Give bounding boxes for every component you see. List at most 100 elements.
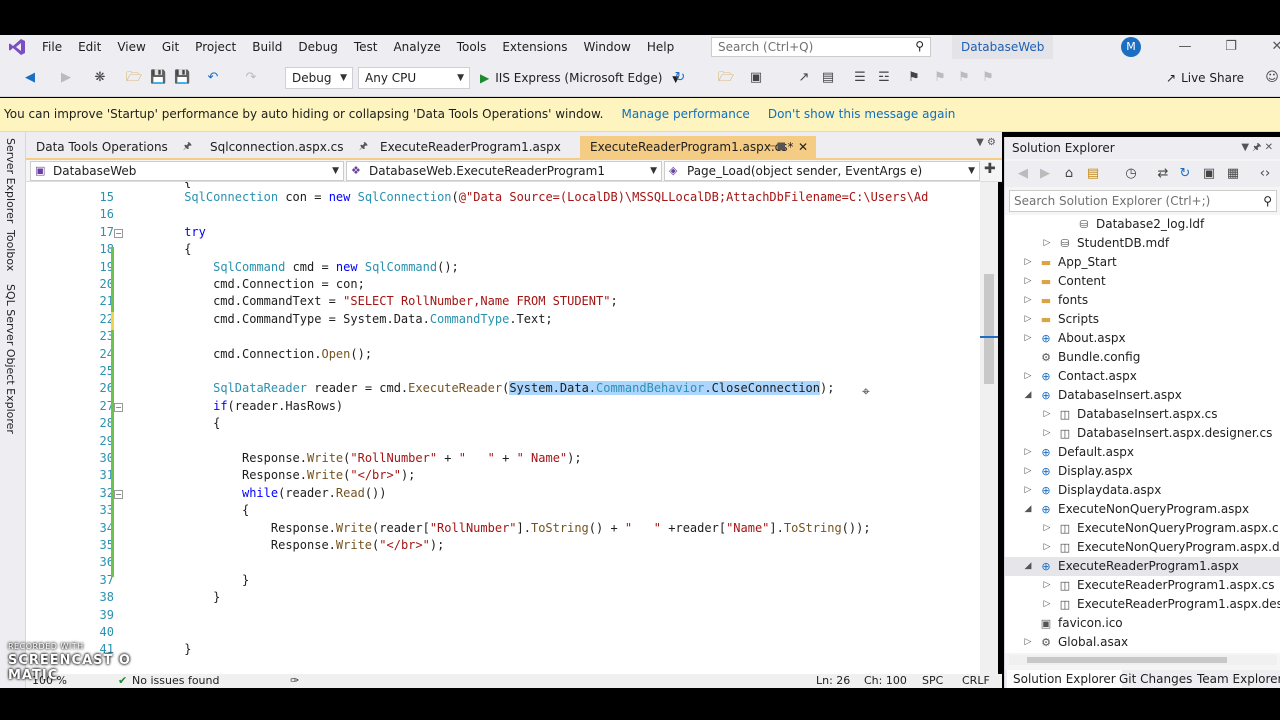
tree-node[interactable]: ▷ ⊕ Displaydata.aspx: [1005, 481, 1280, 500]
code-view-icon[interactable]: ‹›: [1257, 166, 1273, 182]
tab-executereader-aspx[interactable]: ExecuteReaderProgram1.aspx: [370, 136, 578, 158]
tree-node[interactable]: ▷ ◫ ExecuteReaderProgram1.aspx.des: [1005, 595, 1280, 614]
expand-arrow-icon[interactable]: ▷: [1042, 576, 1052, 595]
expand-arrow-icon[interactable]: ▷: [1023, 443, 1033, 462]
tree-node[interactable]: ▣ favicon.ico: [1005, 614, 1280, 633]
browser-link-icon[interactable]: ▣: [748, 70, 764, 86]
tree-node[interactable]: ▷ ⊕ Contact.aspx: [1005, 367, 1280, 386]
menu-tools[interactable]: Tools: [449, 35, 495, 59]
menu-file[interactable]: File: [34, 35, 70, 59]
feedback-icon[interactable]: ☺: [1264, 70, 1280, 86]
tab-sqlconnection-cs[interactable]: Sqlconnection.aspx.cs 🖈: [200, 136, 376, 158]
expand-arrow-icon[interactable]: ▷: [1023, 310, 1033, 329]
expand-arrow-icon[interactable]: ▷: [1023, 481, 1033, 500]
pin-icon[interactable]: ▼ 🖈 ✕: [1241, 137, 1273, 159]
tab-overflow-icon[interactable]: ▼ ⚙: [976, 137, 996, 148]
menu-edit[interactable]: Edit: [70, 35, 109, 59]
open-folder-icon[interactable]: 🗁: [126, 70, 142, 86]
split-window-icon[interactable]: ✚: [984, 161, 996, 177]
server-explorer-tab[interactable]: Server Explorer: [4, 138, 17, 223]
save-icon[interactable]: 💾: [150, 70, 166, 86]
dont-show-again-link[interactable]: Don't show this message again: [768, 107, 956, 121]
solution-horizontal-scrollbar[interactable]: [1009, 655, 1277, 665]
tree-node[interactable]: ▷ ◫ ExecuteReaderProgram1.aspx.cs: [1005, 576, 1280, 595]
find-in-files-icon[interactable]: 🗁: [718, 70, 734, 86]
tree-node[interactable]: ▷ ◫ DatabaseInsert.aspx.designer.cs: [1005, 424, 1280, 443]
expand-arrow-icon[interactable]: ▷: [1023, 633, 1033, 652]
tree-node[interactable]: ▷ ▬ Scripts: [1005, 310, 1280, 329]
menu-project[interactable]: Project: [187, 35, 244, 59]
tree-node[interactable]: ◢ ⊕ ExecuteNonQueryProgram.aspx: [1005, 500, 1280, 519]
menu-build[interactable]: Build: [244, 35, 290, 59]
forward-icon[interactable]: ▶: [58, 70, 74, 86]
step-icon[interactable]: ↗: [796, 70, 812, 86]
expand-arrow-icon[interactable]: ▷: [1042, 405, 1052, 424]
switch-views-icon[interactable]: ▤: [1085, 166, 1101, 182]
expand-arrow-icon[interactable]: ▷: [1023, 367, 1033, 386]
prev-bookmark-icon[interactable]: ⚑: [932, 70, 948, 86]
pin-icon[interactable]: 🖈: [359, 136, 368, 158]
close-icon[interactable]: ✕: [798, 136, 808, 158]
tree-node[interactable]: ▷ ⊕ Default.aspx: [1005, 443, 1280, 462]
search-input[interactable]: Search (Ctrl+Q) ⚲: [711, 37, 931, 57]
class-dropdown[interactable]: ❖ DatabaseWeb.ExecuteReaderProgram1 ▼: [346, 161, 662, 181]
comment-icon[interactable]: ☰: [852, 70, 868, 86]
tree-node[interactable]: ◢ ⊕ DatabaseInsert.aspx: [1005, 386, 1280, 405]
tab-executereader-cs[interactable]: ExecuteReaderProgram1.aspx.cs* −■ ✕: [580, 136, 816, 158]
expand-arrow-icon[interactable]: ▷: [1042, 538, 1052, 557]
expand-arrow-icon[interactable]: ▷: [1023, 272, 1033, 291]
project-dropdown[interactable]: ▣ DatabaseWeb ▼: [30, 161, 344, 181]
tree-node[interactable]: ⛁ Database2_log.ldf: [1005, 215, 1280, 234]
tree-node[interactable]: ▷ ◫ ExecuteNonQueryProgram.aspx.c: [1005, 519, 1280, 538]
collapse-arrow-icon[interactable]: ◢: [1023, 500, 1033, 519]
tree-node[interactable]: ▷ ◫ ExecuteNonQueryProgram.aspx.d: [1005, 538, 1280, 557]
tab-data-tools-operations[interactable]: Data Tools Operations 🖈: [26, 136, 200, 158]
layout-icon[interactable]: ▤: [820, 70, 836, 86]
tree-node[interactable]: ▷ ⊕ Display.aspx: [1005, 462, 1280, 481]
back-icon[interactable]: ◀: [22, 70, 38, 86]
tree-node[interactable]: ▷ ◫ DatabaseInsert.aspx.cs: [1005, 405, 1280, 424]
brush-icon[interactable]: ✑: [290, 674, 299, 688]
manage-performance-link[interactable]: Manage performance: [621, 107, 749, 121]
tree-node[interactable]: ⚙ Bundle.config: [1005, 348, 1280, 367]
collapse-all-icon[interactable]: ▣: [1201, 166, 1217, 182]
tree-node[interactable]: ▷ ▬ Content: [1005, 272, 1280, 291]
refresh-icon[interactable]: ↻: [1177, 166, 1193, 182]
menu-debug[interactable]: Debug: [290, 35, 345, 59]
editor-vertical-scrollbar[interactable]: [980, 182, 998, 674]
show-all-files-icon[interactable]: ▦: [1225, 166, 1241, 182]
solution-search-input[interactable]: Search Solution Explorer (Ctrl+;) ⚲: [1009, 190, 1277, 212]
whitespace-mode[interactable]: SPC: [922, 674, 943, 688]
menu-window[interactable]: Window: [576, 35, 639, 59]
new-project-icon[interactable]: ❋: [92, 70, 108, 86]
menu-help[interactable]: Help: [639, 35, 682, 59]
tree-node[interactable]: ▷ ▬ fonts: [1005, 291, 1280, 310]
collapse-region-icon[interactable]: −: [114, 489, 123, 499]
expand-arrow-icon[interactable]: ▷: [1023, 253, 1033, 272]
forward-icon[interactable]: ▶: [1037, 166, 1053, 182]
minimize-button[interactable]: —: [1162, 35, 1208, 59]
run-button[interactable]: ▶ IIS Express (Microsoft Edge) ▼: [480, 67, 679, 89]
tab-solution-explorer[interactable]: Solution Explorer: [1007, 670, 1122, 688]
menu-extensions[interactable]: Extensions: [494, 35, 575, 59]
bookmark-icon[interactable]: ⚑: [906, 70, 922, 86]
undo-icon[interactable]: ↶: [205, 70, 221, 86]
sync-icon[interactable]: ⇄: [1155, 166, 1171, 182]
home-icon[interactable]: ⌂: [1061, 166, 1077, 182]
menu-view[interactable]: View: [109, 35, 153, 59]
tree-node[interactable]: ▷ ⛁ StudentDB.mdf: [1005, 234, 1280, 253]
refresh-icon[interactable]: ↻: [672, 70, 688, 86]
expand-arrow-icon[interactable]: ▷: [1042, 595, 1052, 614]
collapse-arrow-icon[interactable]: ◢: [1023, 386, 1033, 405]
expand-arrow-icon[interactable]: ▷: [1042, 424, 1052, 443]
expand-arrow-icon[interactable]: ▷: [1042, 234, 1052, 253]
tree-node[interactable]: ▷ ⊕ About.aspx: [1005, 329, 1280, 348]
menu-git[interactable]: Git: [154, 35, 187, 59]
line-ending[interactable]: CRLF: [962, 674, 990, 688]
tab-git-changes[interactable]: Git Changes: [1113, 670, 1198, 688]
pin-icon[interactable]: −■: [768, 136, 786, 158]
expand-arrow-icon[interactable]: ▷: [1023, 291, 1033, 310]
menu-analyze[interactable]: Analyze: [385, 35, 448, 59]
maximize-button[interactable]: ❐: [1208, 35, 1254, 59]
tree-node[interactable]: ▷ ▬ App_Start: [1005, 253, 1280, 272]
